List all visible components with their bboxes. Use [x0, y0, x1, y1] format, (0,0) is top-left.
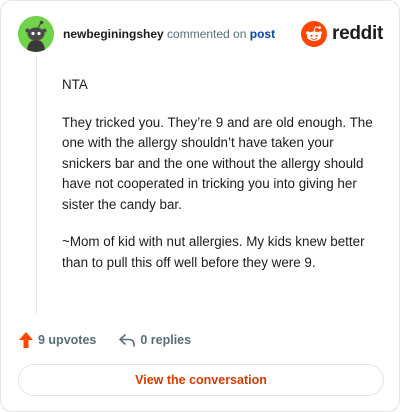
- comment-paragraph: ~Mom of kid with nut allergies. My kids …: [62, 234, 365, 270]
- reddit-wordmark: reddit: [332, 23, 383, 44]
- reddit-snoo-icon: [301, 21, 328, 47]
- action-text: commented on: [167, 27, 247, 41]
- comment-paragraph: NTA: [62, 77, 88, 92]
- upvotes-count: 9 upvotes: [38, 333, 97, 347]
- snoo-avatar-icon[interactable]: [18, 16, 54, 52]
- username-link[interactable]: newbeginingshey: [63, 27, 164, 41]
- reply-arrow-icon: [119, 334, 136, 347]
- reddit-logo[interactable]: reddit: [301, 19, 383, 49]
- thread-line: [36, 57, 37, 314]
- replies-count: 0 replies: [140, 333, 192, 347]
- upvote-arrow-icon: [19, 332, 33, 348]
- comment-body: NTA They tricked you. They’re 9 and are …: [62, 75, 380, 290]
- embedded-comment-card: newbeginingshey commented on post reddit…: [0, 0, 400, 412]
- replies-button[interactable]: 0 replies: [118, 332, 191, 348]
- post-link[interactable]: post: [250, 27, 275, 41]
- comment-paragraph: They tricked you. They’re 9 and are old …: [62, 114, 373, 212]
- comment-header: newbeginingshey commented on post reddit: [18, 16, 385, 52]
- view-conversation-button[interactable]: View the conversation: [18, 364, 384, 396]
- upvote-button[interactable]: 9 upvotes: [18, 331, 96, 349]
- comment-actions: 9 upvotes 0 replies: [18, 330, 191, 350]
- comment-meta: newbeginingshey commented on post: [63, 27, 275, 41]
